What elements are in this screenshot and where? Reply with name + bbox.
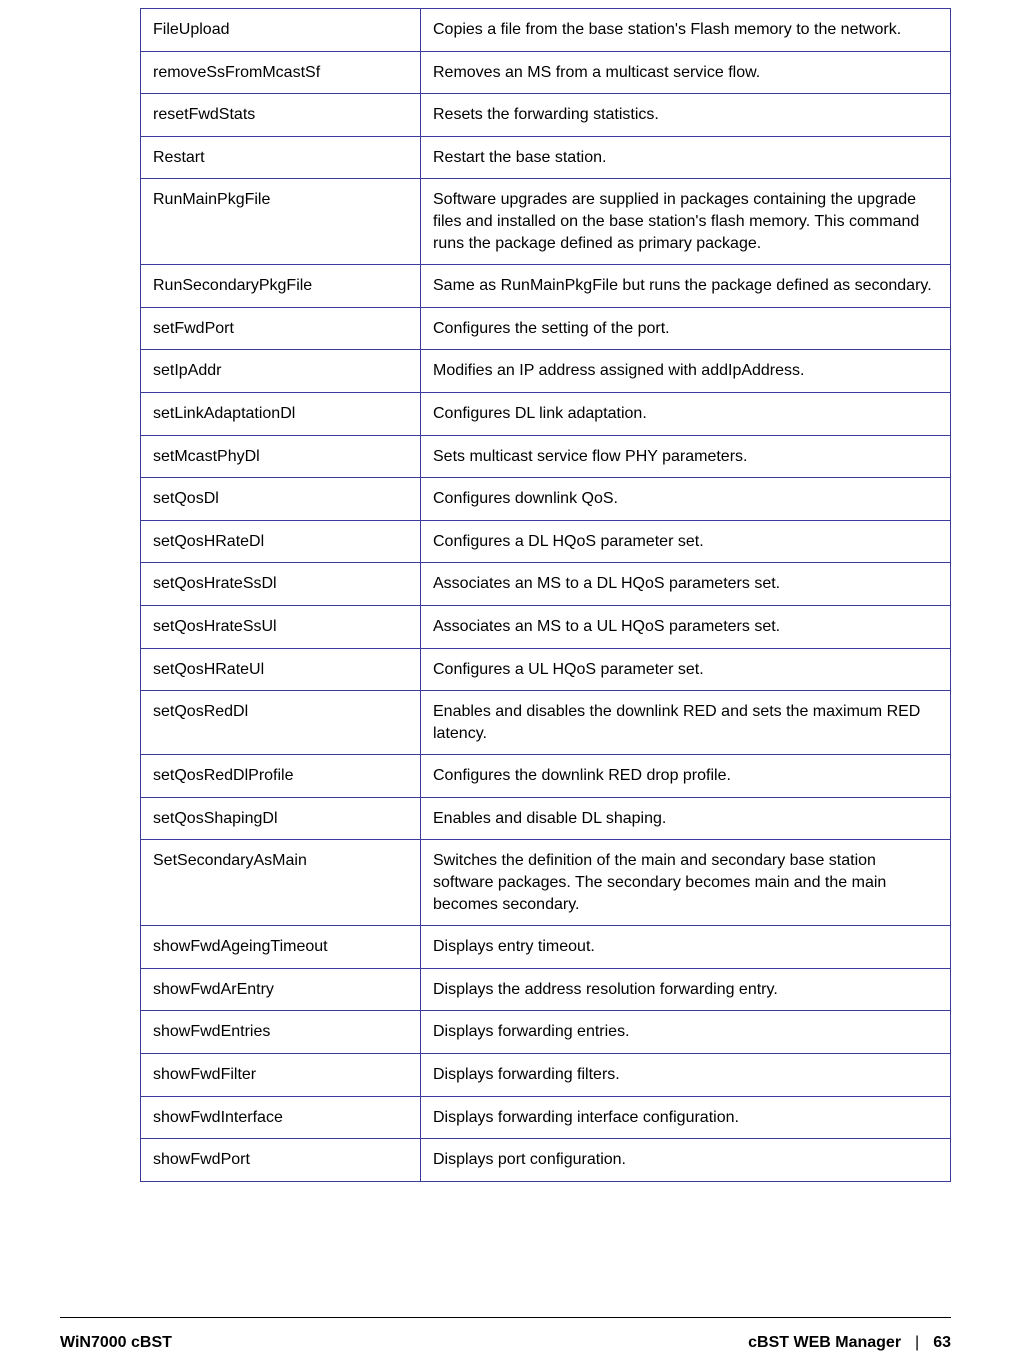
command-cell: resetFwdStats [141,94,421,137]
command-cell: RunMainPkgFile [141,179,421,265]
table-row: setQosHrateSsUlAssociates an MS to a UL … [141,605,951,648]
command-cell: setQosHRateUl [141,648,421,691]
description-cell: Displays forwarding interface configurat… [421,1096,951,1139]
description-cell: Switches the definition of the main and … [421,840,951,926]
footer-product: WiN7000 cBST [60,1334,172,1352]
command-cell: showFwdPort [141,1139,421,1182]
table-row: resetFwdStatsResets the forwarding stati… [141,94,951,137]
table-row: setQosHRateDlConfigures a DL HQoS parame… [141,520,951,563]
command-cell: setFwdPort [141,307,421,350]
command-cell: showFwdAgeingTimeout [141,926,421,969]
footer-page-number: 63 [933,1334,951,1352]
description-cell: Configures the downlink RED drop profile… [421,755,951,798]
footer-right: cBST WEB Manager | 63 [748,1334,951,1352]
table-row: setQosDlConfigures downlink QoS. [141,478,951,521]
page: FileUploadCopies a file from the base st… [0,0,1011,1370]
command-table: FileUploadCopies a file from the base st… [140,8,951,1182]
description-cell: Copies a file from the base station's Fl… [421,9,951,52]
description-cell: Software upgrades are supplied in packag… [421,179,951,265]
description-cell: Configures a UL HQoS parameter set. [421,648,951,691]
table-row: RestartRestart the base station. [141,136,951,179]
description-cell: Configures a DL HQoS parameter set. [421,520,951,563]
footer-divider [60,1317,951,1318]
table-row: showFwdFilterDisplays forwarding filters… [141,1054,951,1097]
command-cell: setQosShapingDl [141,797,421,840]
description-cell: Associates an MS to a DL HQoS parameters… [421,563,951,606]
footer-separator: | [915,1334,919,1352]
command-cell: setQosHrateSsUl [141,605,421,648]
footer: WiN7000 cBST cBST WEB Manager | 63 [60,1334,951,1352]
command-cell: setQosRedDl [141,691,421,755]
table-row: setMcastPhyDlSets multicast service flow… [141,435,951,478]
command-cell: RunSecondaryPkgFile [141,265,421,308]
description-cell: Displays forwarding entries. [421,1011,951,1054]
description-cell: Configures the setting of the port. [421,307,951,350]
description-cell: Enables and disable DL shaping. [421,797,951,840]
table-row: FileUploadCopies a file from the base st… [141,9,951,52]
command-cell: setQosHRateDl [141,520,421,563]
description-cell: Displays the address resolution forwardi… [421,968,951,1011]
command-cell: setQosHrateSsDl [141,563,421,606]
table-row: RunSecondaryPkgFileSame as RunMainPkgFil… [141,265,951,308]
description-cell: Modifies an IP address assigned with add… [421,350,951,393]
table-row: removeSsFromMcastSfRemoves an MS from a … [141,51,951,94]
command-cell: SetSecondaryAsMain [141,840,421,926]
description-cell: Associates an MS to a UL HQoS parameters… [421,605,951,648]
table-row: setQosShapingDlEnables and disable DL sh… [141,797,951,840]
table-row: setFwdPortConfigures the setting of the … [141,307,951,350]
command-cell: removeSsFromMcastSf [141,51,421,94]
command-cell: setMcastPhyDl [141,435,421,478]
table-row: RunMainPkgFileSoftware upgrades are supp… [141,179,951,265]
footer-section: cBST WEB Manager [748,1334,901,1352]
table-row: showFwdEntriesDisplays forwarding entrie… [141,1011,951,1054]
command-cell: setLinkAdaptationDl [141,392,421,435]
command-cell: Restart [141,136,421,179]
command-cell: showFwdArEntry [141,968,421,1011]
table-row: showFwdPortDisplays port configuration. [141,1139,951,1182]
command-cell: setQosDl [141,478,421,521]
table-row: setQosRedDlProfileConfigures the downlin… [141,755,951,798]
command-cell: showFwdInterface [141,1096,421,1139]
description-cell: Configures DL link adaptation. [421,392,951,435]
description-cell: Enables and disables the downlink RED an… [421,691,951,755]
table-row: showFwdInterfaceDisplays forwarding inte… [141,1096,951,1139]
description-cell: Configures downlink QoS. [421,478,951,521]
command-cell: showFwdEntries [141,1011,421,1054]
description-cell: Resets the forwarding statistics. [421,94,951,137]
description-cell: Restart the base station. [421,136,951,179]
table-row: showFwdArEntryDisplays the address resol… [141,968,951,1011]
table-row: setQosHRateUlConfigures a UL HQoS parame… [141,648,951,691]
description-cell: Displays entry timeout. [421,926,951,969]
description-cell: Displays port configuration. [421,1139,951,1182]
table-row: setIpAddrModifies an IP address assigned… [141,350,951,393]
table-row: setLinkAdaptationDlConfigures DL link ad… [141,392,951,435]
table-row: SetSecondaryAsMainSwitches the definitio… [141,840,951,926]
table-row: setQosHrateSsDlAssociates an MS to a DL … [141,563,951,606]
description-cell: Removes an MS from a multicast service f… [421,51,951,94]
table-row: showFwdAgeingTimeoutDisplays entry timeo… [141,926,951,969]
description-cell: Sets multicast service flow PHY paramete… [421,435,951,478]
description-cell: Displays forwarding filters. [421,1054,951,1097]
command-table-wrap: FileUploadCopies a file from the base st… [140,0,951,1182]
description-cell: Same as RunMainPkgFile but runs the pack… [421,265,951,308]
command-cell: setQosRedDlProfile [141,755,421,798]
command-cell: FileUpload [141,9,421,52]
table-row: setQosRedDlEnables and disables the down… [141,691,951,755]
command-cell: showFwdFilter [141,1054,421,1097]
command-cell: setIpAddr [141,350,421,393]
